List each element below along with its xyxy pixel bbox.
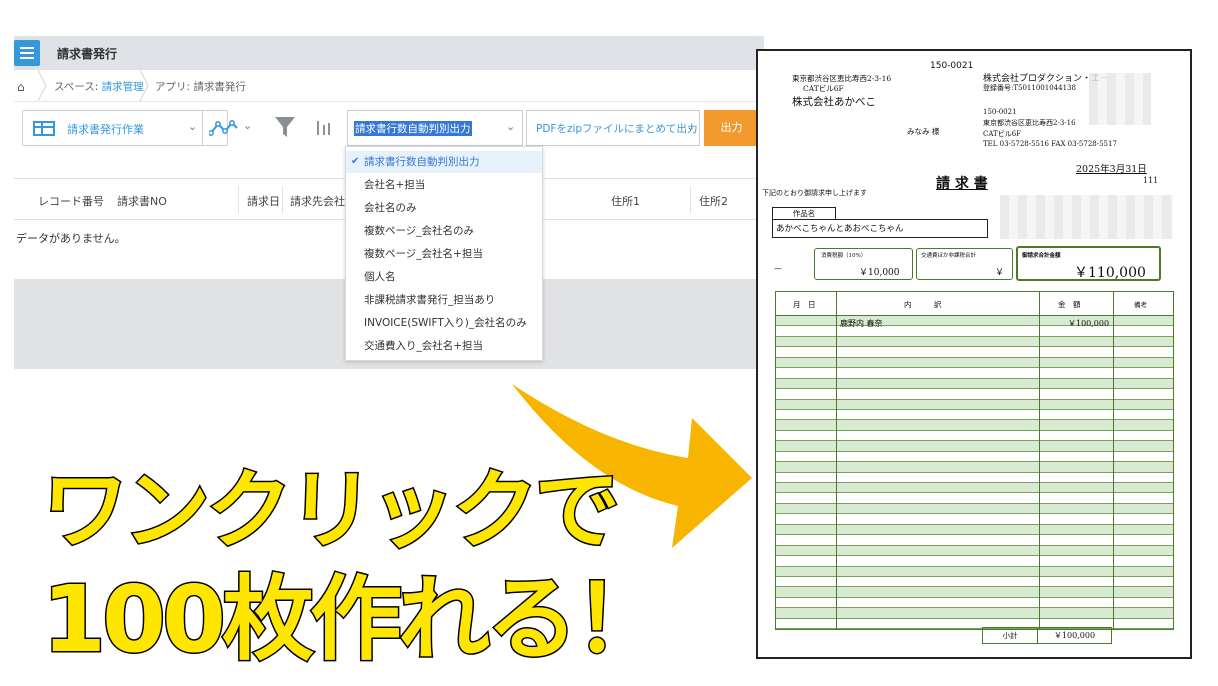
invoice-postal-top: 150-0021	[930, 61, 974, 71]
client-person: みなみ 様	[907, 127, 940, 136]
transport-label: 交通費ほか非課税合計	[921, 253, 977, 259]
dash: —	[774, 264, 782, 273]
breadcrumb-space-prefix: スペース:	[54, 81, 102, 93]
home-icon[interactable]: ⌂	[17, 80, 25, 94]
tax-box: 消費税額（10%） ￥10,000	[814, 248, 913, 280]
invoice-number: 111	[1143, 176, 1159, 185]
zip-output-select[interactable]: PDFをzipファイルにまとめて出力 ⌄	[526, 110, 700, 146]
chevron-down-icon: ⌄	[243, 119, 253, 132]
print-setting-value: 請求書行数自動判別出力	[354, 121, 472, 136]
app-title: 請求書発行	[57, 47, 118, 61]
breadcrumb-space[interactable]: スペース: 請求管理	[54, 79, 144, 94]
client-name: 株式会社あかべこ	[792, 96, 876, 108]
total-value: ￥110,000	[1074, 265, 1146, 281]
invoice-preview: 150-0021 東京都渋谷区恵比寿西2-3-16 CATビル6F 株式会社あか…	[756, 49, 1192, 659]
app-menu-icon[interactable]	[14, 40, 40, 66]
column-header-address2[interactable]: 住所2	[699, 193, 728, 209]
column-header-invoice-no[interactable]: 請求書NO	[117, 193, 167, 209]
invoice-app-window: 請求書発行 ⌂ スペース: 請求管理 アプリ: 請求書発行 請求書発行作業 ⌄ …	[14, 36, 764, 369]
client-address2: CATビル6F	[803, 84, 844, 93]
invoice-date: 2025年3月31日	[1076, 164, 1147, 175]
subtotal-value: ￥100,000	[1038, 627, 1112, 644]
col-note: 備考	[1134, 301, 1147, 309]
work-name: あかべこちゃんとあおべこちゃん	[772, 219, 988, 238]
dropdown-item[interactable]: 会社名+担当	[346, 174, 542, 196]
chevron-down-icon: ⌄	[506, 120, 516, 133]
breadcrumb-separator-icon	[139, 70, 149, 101]
invoice-line-items: 月 日 内 訳 金 額 備考 鹿野内 春奈 ￥100,000	[775, 291, 1174, 631]
line-item-description: 鹿野内 春奈	[840, 319, 883, 328]
issuer-address2: CATビル6F	[983, 130, 1022, 138]
dropdown-item[interactable]: 交通費入り_会社名+担当	[346, 335, 542, 357]
view-select[interactable]: 請求書発行作業 ⌄	[22, 110, 228, 146]
dropdown-item-label: 請求書行数自動判別出力	[364, 156, 480, 168]
dropdown-item[interactable]: INVOICE(SWIFT入り)_会社名のみ	[346, 312, 542, 334]
table-view-icon	[33, 121, 55, 136]
empty-table-message: データがありません。	[16, 232, 126, 245]
column-header-record-number[interactable]: レコード番号	[38, 193, 104, 209]
column-divider	[1113, 292, 1114, 630]
issuer-tel-fax: TEL 03-5728-5516 FAX 03-5728-5517	[983, 140, 1117, 148]
column-header-address1[interactable]: 住所1	[611, 193, 640, 209]
column-separator	[238, 186, 239, 213]
blurred-bank-info	[1000, 195, 1173, 239]
invoice-title: 請 求 書	[936, 176, 988, 192]
graph-icon	[209, 120, 238, 136]
checkmark-icon: ✔	[351, 156, 360, 167]
transport-box: 交通費ほか非課税合計 ￥	[916, 248, 1013, 280]
issuer-registration: 登録番号:T5011001044138	[983, 84, 1076, 92]
column-divider	[836, 292, 837, 630]
work-label: 作品名	[772, 207, 836, 219]
chevron-down-icon: ⌄	[686, 120, 696, 133]
total-label: 御請求合計金額	[1022, 253, 1061, 259]
chevron-down-icon: ⌄	[188, 120, 198, 133]
line-item-amount: ￥100,000	[1068, 319, 1110, 328]
print-setting-select[interactable]: 請求書行数自動判別出力 ⌄	[347, 110, 523, 146]
issuer-address1: 東京都渋谷区恵比寿西2-3-16	[983, 119, 1076, 127]
column-separator	[690, 186, 691, 213]
dropdown-item[interactable]: 複数ページ_会社名のみ	[346, 220, 542, 242]
zip-output-label: PDFをzipファイルにまとめて出力	[536, 123, 698, 135]
col-amount: 金 額	[1058, 300, 1081, 309]
app-titlebar: 請求書発行	[14, 36, 764, 70]
dropdown-item[interactable]: 個人名	[346, 266, 542, 288]
dropdown-item[interactable]: 複数ページ_会社名+担当	[346, 243, 542, 265]
total-box: 御請求合計金額 ￥110,000	[1016, 246, 1161, 281]
view-select-label: 請求書発行作業	[67, 123, 144, 136]
subtotal-label: 小計	[982, 627, 1038, 644]
column-header-invoice-date[interactable]: 請求日	[247, 193, 280, 209]
tax-value: ￥10,000	[859, 268, 900, 278]
issuer-postal: 150-0021	[983, 108, 1017, 116]
filter-icon[interactable]	[274, 113, 296, 141]
col-description: 内 訳	[904, 300, 942, 309]
blurred-stamp	[1089, 73, 1151, 125]
column-separator	[282, 186, 283, 213]
breadcrumb: ⌂ スペース: 請求管理 アプリ: 請求書発行	[14, 70, 764, 102]
invoice-intro: 下記のとおり御請求申し上げます	[762, 189, 867, 197]
output-button[interactable]: 出力	[704, 110, 759, 146]
breadcrumb-separator-icon	[37, 70, 47, 101]
bar-chart-icon[interactable]	[316, 119, 332, 135]
graph-menu-button[interactable]: ⌄	[202, 111, 260, 145]
toolbar: 請求書発行作業 ⌄ ⌄ 請求書行数自動判別出力 ⌄ PDFをzipファイルにまと…	[14, 108, 764, 148]
dropdown-item[interactable]: 会社名のみ	[346, 197, 542, 219]
catchphrase-line2: 100枚作れる！	[40, 565, 667, 675]
dropdown-item[interactable]: ✔ 請求書行数自動判別出力	[346, 151, 542, 173]
column-divider	[1039, 292, 1040, 630]
dropdown-item[interactable]: 非課税請求書発行_担当あり	[346, 289, 542, 311]
breadcrumb-app[interactable]: アプリ: 請求書発行	[155, 79, 246, 94]
tax-label: 消費税額（10%）	[821, 253, 867, 259]
col-date: 月 日	[793, 300, 816, 309]
print-setting-dropdown: ✔ 請求書行数自動判別出力 会社名+担当 会社名のみ 複数ページ_会社名のみ 複…	[345, 146, 543, 361]
transport-value: ￥	[995, 268, 1005, 278]
